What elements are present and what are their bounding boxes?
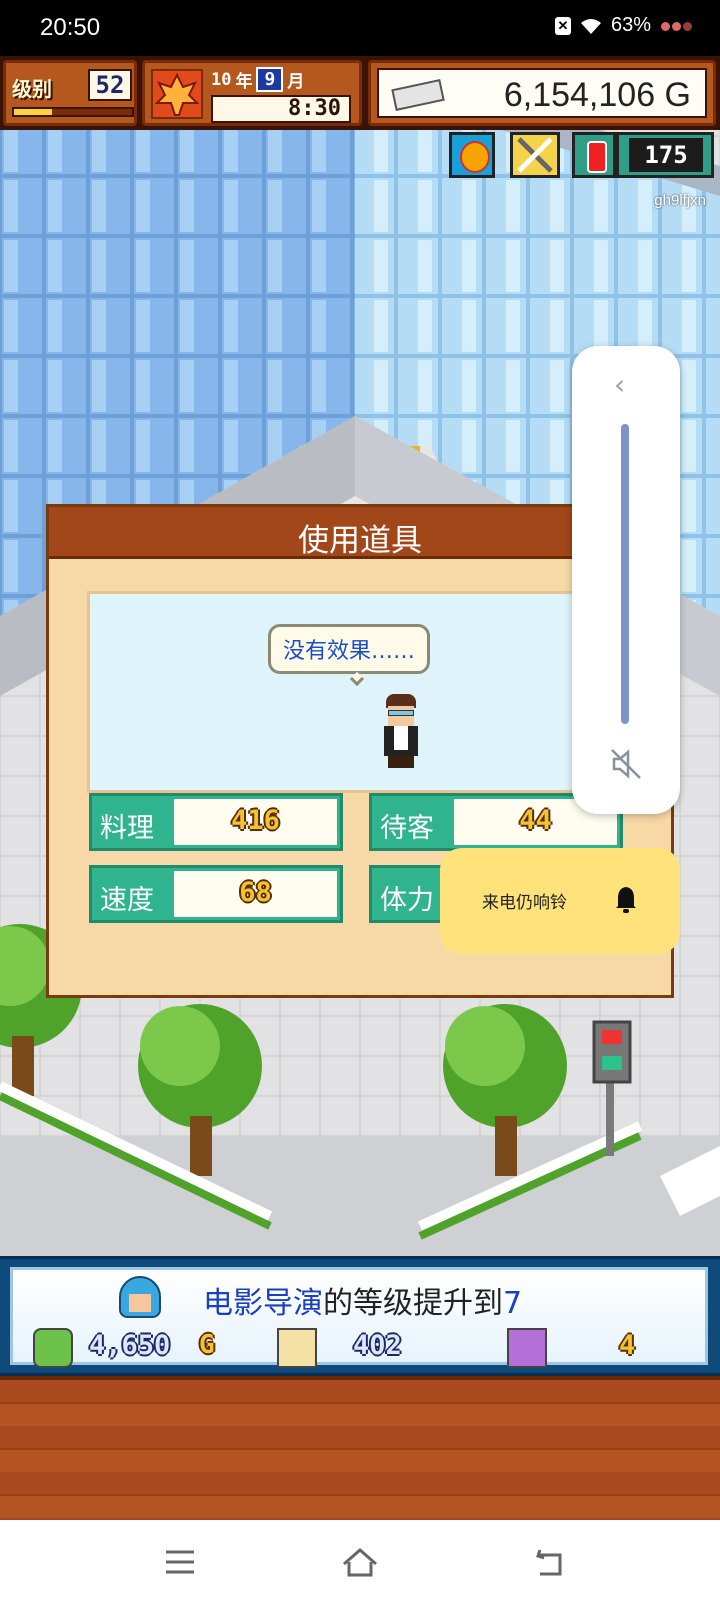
- wood-panel: [0, 1376, 720, 1520]
- ghost-icon: [507, 1328, 547, 1368]
- alert-figure-icon[interactable]: [572, 132, 616, 178]
- username-tag: gh9lfjxn: [654, 192, 706, 209]
- count-value: 175: [629, 138, 703, 172]
- year-value: 10: [211, 69, 232, 90]
- count-panel[interactable]: 175: [616, 132, 714, 178]
- stat-label: 体力: [380, 885, 434, 916]
- stat-speed: 速度 68: [89, 865, 343, 923]
- autumn-leaf-icon: [151, 69, 203, 119]
- message-level: 7: [503, 1286, 523, 1321]
- stat-cooking: 料理 416: [89, 793, 343, 851]
- year-unit: 年: [235, 72, 253, 92]
- level-progress-fill: [14, 109, 52, 115]
- message-mid: 的等级提升到: [323, 1286, 503, 1321]
- level-label: 级别: [12, 77, 52, 101]
- notification-dots-icon: [659, 14, 692, 37]
- game-clock: 8:30: [211, 95, 351, 123]
- gold-value: 4,650: [89, 1330, 171, 1361]
- ring-toast-text: 来电仍响铃: [482, 893, 567, 913]
- status-time: 20:50: [40, 14, 101, 41]
- level-up-message: 电影导演的等级提升到7: [203, 1278, 522, 1322]
- character-preview: 没有效果……: [87, 591, 627, 793]
- info-bar: 电影导演的等级提升到7 4,650 G 402 4: [0, 1256, 720, 1376]
- money-bag-icon: [33, 1328, 73, 1368]
- status-bar: 20:50 ✕ 63%: [0, 0, 720, 56]
- money-value: 6,154,106 G: [503, 76, 691, 114]
- date-panel[interactable]: 10 年 9 月 8:30: [142, 60, 362, 126]
- home-icon[interactable]: [340, 1542, 380, 1582]
- smile-face-icon[interactable]: [449, 132, 495, 178]
- bell-icon: [616, 887, 636, 913]
- speech-bubble: 没有效果……: [268, 624, 431, 674]
- spoon-icon: [277, 1328, 317, 1368]
- director-avatar-icon: [119, 1276, 161, 1318]
- utensils-icon[interactable]: [510, 132, 560, 178]
- top-hud: 级别 52 10 年 9 月 8:30 6,154,106 G: [0, 56, 720, 130]
- wifi-icon: [580, 18, 601, 34]
- stat-value: 416: [231, 805, 280, 836]
- message-highlight: 电影导演: [203, 1286, 323, 1321]
- battery-percent: 63%: [610, 14, 651, 36]
- month-unit: 月: [287, 72, 305, 92]
- stat-label: 料理: [100, 813, 154, 844]
- stat-label: 速度: [100, 885, 154, 916]
- spoon-value: 402: [353, 1330, 402, 1361]
- volume-panel: ‹: [572, 346, 680, 814]
- money-box: 6,154,106 G: [377, 68, 707, 118]
- ring-toast[interactable]: 来电仍响铃: [440, 848, 680, 954]
- cash-icon: [391, 79, 445, 111]
- level-progress-bar: [12, 107, 134, 117]
- volume-slider[interactable]: [621, 424, 629, 724]
- speech-bubble-tail: [349, 671, 365, 687]
- level-panel[interactable]: 级别 52: [3, 60, 137, 126]
- chevron-left-icon[interactable]: ‹: [614, 368, 625, 401]
- money-panel[interactable]: 6,154,106 G: [368, 60, 716, 126]
- level-value: 52: [88, 69, 132, 101]
- chef-character-sprite: [382, 694, 420, 768]
- ghost-value: 4: [619, 1330, 636, 1361]
- date-line: 10 年 9 月: [211, 67, 304, 92]
- navigation-bar: [0, 1520, 720, 1605]
- info-bar-inner: 电影导演的等级提升到7 4,650 G 402 4: [10, 1267, 708, 1368]
- menu-icon[interactable]: [160, 1542, 200, 1582]
- reward-row: 4,650 G 402 4: [27, 1328, 691, 1372]
- stat-value: 68: [239, 877, 272, 908]
- mute-icon[interactable]: [608, 746, 644, 782]
- status-icons: ✕ 63%: [554, 14, 692, 37]
- back-icon[interactable]: [530, 1542, 570, 1582]
- month-value: 9: [256, 67, 284, 92]
- x-app-icon: ✕: [554, 16, 571, 35]
- stat-label: 待客: [380, 813, 434, 844]
- gold-unit: G: [199, 1330, 215, 1360]
